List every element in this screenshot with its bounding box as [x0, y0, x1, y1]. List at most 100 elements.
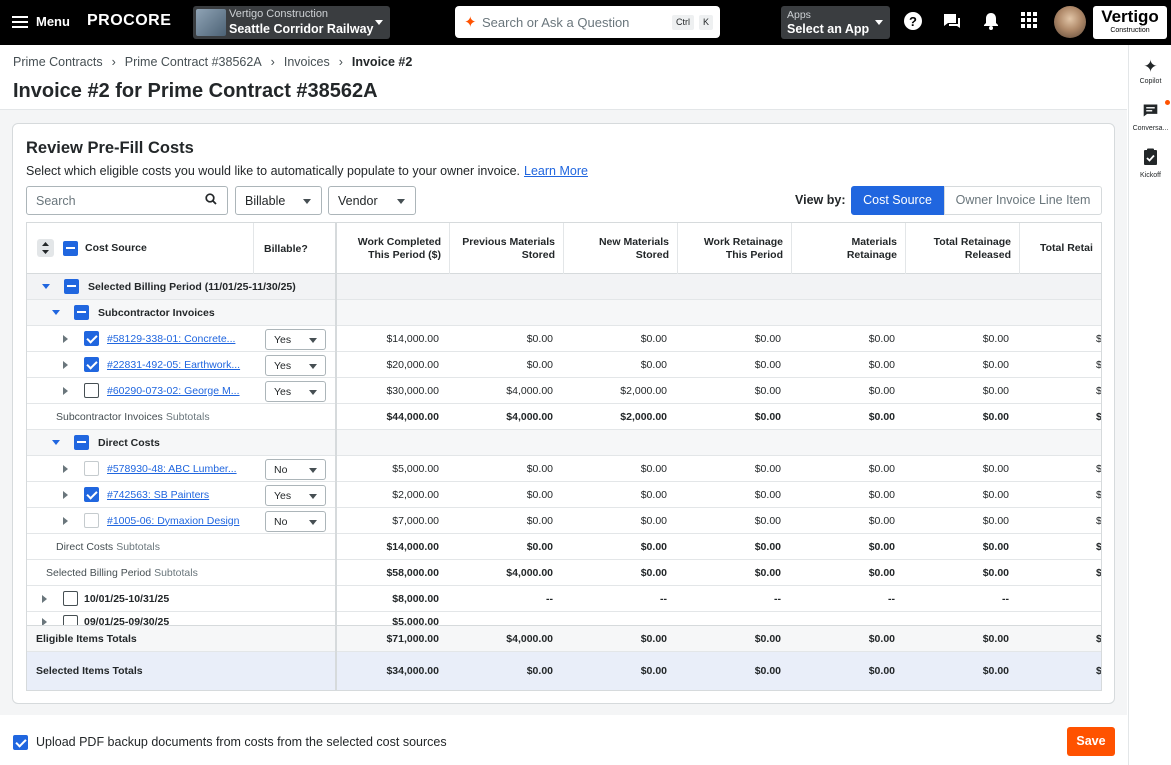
row-checkbox[interactable] — [84, 331, 99, 346]
cost-source-link[interactable]: #1005-06: Dymaxion Design — [107, 515, 240, 527]
row-checkbox[interactable] — [84, 513, 99, 528]
period-checkbox[interactable] — [63, 591, 78, 606]
ai-sparkle-icon: ✦ — [464, 14, 477, 31]
row-checkbox[interactable] — [84, 383, 99, 398]
breadcrumb-prime-contract[interactable]: Prime Contract #38562A — [125, 55, 262, 69]
chat-icon[interactable] — [941, 11, 963, 33]
cost-source-link[interactable]: #58129-338-01: Concrete... — [107, 333, 235, 345]
global-search-input[interactable]: ✦ Search or Ask a Question Ctrl K — [455, 6, 720, 38]
chevron-down-icon — [309, 338, 317, 343]
copilot-button[interactable]: ✦ Copilot — [1129, 57, 1171, 85]
cost-source-link[interactable]: #22831-492-05: Earthwork... — [107, 359, 240, 371]
cell-value: $0.00 — [640, 632, 667, 645]
right-rail: ✦ Copilot Conversa... Kickoff — [1128, 45, 1171, 765]
cell-value: $0.00 — [640, 462, 667, 475]
chevron-down-icon — [375, 20, 383, 25]
cell-value: -- — [774, 592, 781, 605]
billable-select[interactable]: Yes — [265, 329, 326, 350]
learn-more-link[interactable]: Learn More — [524, 164, 588, 178]
upload-pdf-checkbox[interactable] — [13, 735, 28, 750]
eligible-totals-label: Eligible Items Totals — [36, 632, 137, 645]
col-header-4[interactable]: Work Retainage This Period — [678, 223, 792, 274]
table-header: Cost Source Billable? Work Completed This… — [27, 223, 1101, 274]
cost-source-link[interactable]: #578930-48: ABC Lumber... — [107, 463, 237, 475]
table-row: #578930-48: ABC Lumber... No $5,000.00 $0.0… — [27, 456, 1101, 482]
chevron-down-icon[interactable] — [52, 310, 60, 315]
eligible-totals-row: Eligible Items Totals $71,000.00 $4,000.00… — [27, 625, 1101, 652]
cell-value: $0.00 — [754, 384, 781, 397]
subtotal-label: Subcontractor Invoices — [56, 410, 163, 423]
row-checkbox[interactable] — [84, 357, 99, 372]
group-checkbox[interactable] — [74, 305, 89, 320]
table-row: #1005-06: Dymaxion Design No $7,000.00 $0.0… — [27, 508, 1101, 534]
procore-logo[interactable]: PROCORE — [87, 12, 171, 30]
row-checkbox[interactable] — [84, 487, 99, 502]
billable-select[interactable]: Yes — [265, 355, 326, 376]
cost-source-link[interactable]: #60290-073-02: George M... — [107, 385, 240, 397]
chevron-right-icon: › — [111, 55, 116, 69]
group-checkbox[interactable] — [74, 435, 89, 450]
select-all-checkbox[interactable] — [63, 241, 78, 256]
project-selector[interactable]: Vertigo Construction Seattle Corridor Ra… — [193, 6, 390, 39]
kickoff-button[interactable]: Kickoff — [1129, 148, 1171, 179]
cell-value: $0.00 — [982, 566, 1009, 579]
cost-source-link[interactable]: #742563: SB Painters — [107, 489, 209, 501]
vendor-filter[interactable]: Vendor — [328, 186, 416, 215]
view-cost-source-toggle[interactable]: Cost Source — [851, 186, 944, 215]
sort-icon[interactable] — [37, 239, 54, 257]
user-avatar[interactable] — [1054, 6, 1086, 38]
menu-button[interactable]: Menu — [12, 14, 70, 29]
billable-select[interactable]: No — [265, 511, 326, 532]
row-checkbox[interactable] — [84, 461, 99, 476]
billable-select[interactable]: Yes — [265, 485, 326, 506]
chevron-right-icon[interactable] — [63, 334, 68, 343]
group-checkbox[interactable] — [64, 279, 79, 294]
cell-value: $0.00 — [868, 488, 895, 501]
cell-value: $ — [1096, 488, 1102, 501]
chevron-right-icon[interactable] — [42, 594, 47, 603]
cell-value: $0.00 — [868, 514, 895, 527]
bell-icon[interactable] — [980, 11, 1002, 33]
group-label: Subcontractor Invoices — [98, 306, 215, 319]
group-label: Direct Costs — [98, 436, 160, 449]
breadcrumb-invoices[interactable]: Invoices — [284, 55, 330, 69]
cell-value: $0.00 — [982, 410, 1009, 423]
view-owner-line-item-toggle[interactable]: Owner Invoice Line Item — [944, 186, 1102, 215]
col-header-5[interactable]: Materials Retainage — [792, 223, 906, 274]
billable-select[interactable]: Yes — [265, 381, 326, 402]
page-title: Invoice #2 for Prime Contract #38562A — [13, 80, 378, 102]
save-button[interactable]: Save — [1067, 727, 1115, 756]
conversations-button[interactable]: Conversa... — [1129, 102, 1171, 132]
cell-value: $0.00 — [640, 540, 667, 553]
chevron-right-icon[interactable] — [63, 386, 68, 395]
col-header-1[interactable]: Work Completed This Period ($) — [336, 223, 450, 274]
company-logo: Vertigo Construction — [1093, 6, 1167, 39]
cell-value: $2,000.00 — [392, 488, 439, 501]
col-header-6[interactable]: Total Retainage Released — [906, 223, 1020, 274]
help-icon[interactable]: ? — [902, 11, 924, 33]
chevron-down-icon — [309, 468, 317, 473]
col-header-7[interactable]: Total Retai — [1020, 223, 1101, 274]
col-header-2[interactable]: Previous Materials Stored — [450, 223, 564, 274]
breadcrumb-prime-contracts[interactable]: Prime Contracts — [13, 55, 103, 69]
chevron-down-icon — [309, 390, 317, 395]
chevron-down-icon[interactable] — [42, 284, 50, 289]
cell-value: $0.00 — [868, 566, 895, 579]
col-header-3[interactable]: New Materials Stored — [564, 223, 678, 274]
cell-value: $44,000.00 — [386, 410, 439, 423]
cell-value: $2,000.00 — [620, 384, 667, 397]
chevron-right-icon[interactable] — [63, 516, 68, 525]
table-search-input[interactable]: Search — [26, 186, 228, 215]
cell-value: $0.00 — [526, 462, 553, 475]
apps-selector[interactable]: Apps Select an App — [781, 6, 890, 39]
chevron-down-icon[interactable] — [52, 440, 60, 445]
cell-value: $0.00 — [982, 384, 1009, 397]
table-row: #742563: SB Painters Yes $2,000.00 $0.00 $0.… — [27, 482, 1102, 508]
chevron-right-icon[interactable] — [63, 464, 68, 473]
table-row: #22831-492-05: Earthwork... Yes $20,000.00… — [27, 352, 1101, 378]
chevron-right-icon[interactable] — [63, 360, 68, 369]
billable-filter[interactable]: Billable — [235, 186, 322, 215]
chevron-right-icon[interactable] — [63, 490, 68, 499]
billable-select[interactable]: No — [265, 459, 326, 480]
apps-grid-icon[interactable] — [1018, 11, 1040, 33]
